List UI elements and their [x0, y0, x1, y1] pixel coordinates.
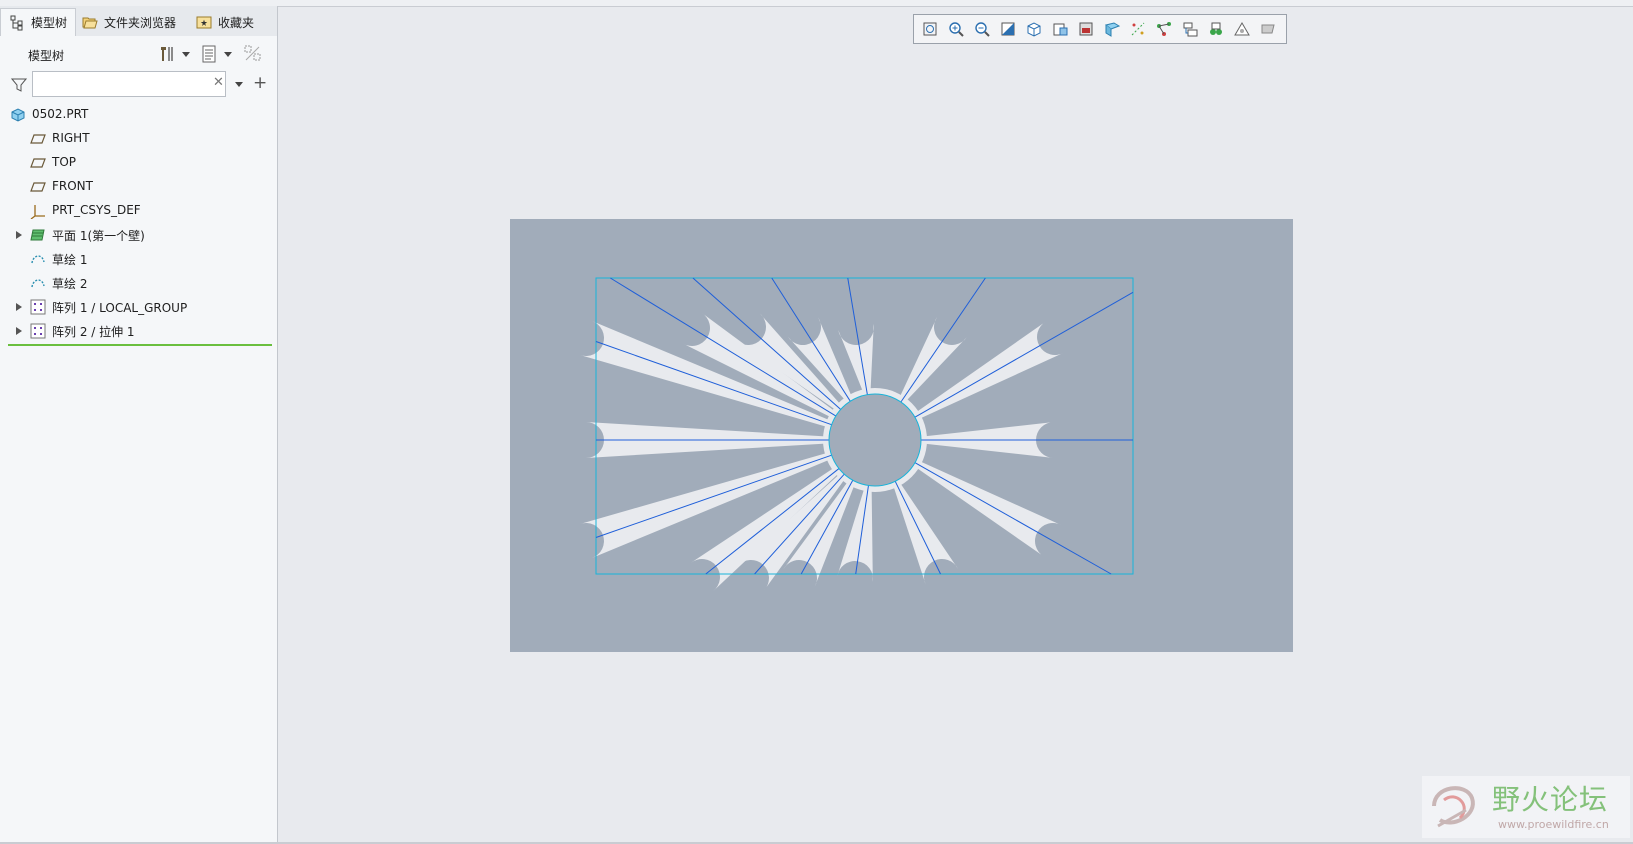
tree-filter-row: ✕ +: [0, 70, 277, 100]
settings-tools-icon[interactable]: [157, 44, 177, 64]
graphics-viewport[interactable]: [510, 219, 1293, 652]
datum-display-icon[interactable]: [1127, 18, 1149, 40]
tree-item-label: FRONT: [52, 179, 93, 193]
favorites-icon: [196, 14, 212, 30]
pattern-icon: [30, 299, 46, 315]
search-options-dropdown-icon[interactable]: [235, 82, 243, 87]
datum-plane-icon: [30, 155, 46, 171]
saved-orientations-icon[interactable]: [1049, 18, 1071, 40]
watermark-text: 野火论坛: [1492, 783, 1609, 816]
tree-item-label: TOP: [52, 155, 77, 169]
spin-center-icon[interactable]: [1179, 18, 1201, 40]
csys-icon: [30, 203, 46, 220]
tree-item-label: 平面 1(第一个壁): [52, 229, 145, 243]
perspective-icon[interactable]: [1101, 18, 1123, 40]
tree-item[interactable]: 0502.PRT: [0, 104, 277, 126]
tree-search-input[interactable]: [32, 71, 226, 97]
sketch-icon: [30, 275, 46, 291]
plane-display-icon[interactable]: [1257, 18, 1279, 40]
tree-item[interactable]: 草绘 2: [0, 272, 277, 294]
appearance-icon[interactable]: [1231, 18, 1253, 40]
zoom-out-icon[interactable]: [971, 18, 993, 40]
tree-item-label: 草绘 2: [52, 277, 88, 291]
tree-item-label: 阵列 2 / 拉伸 1: [52, 325, 135, 339]
watermark: 野火论坛 www.proewildfire.cn: [1422, 776, 1630, 838]
tree-item[interactable]: RIGHT: [0, 128, 277, 150]
tab-folder-browser[interactable]: 文件夹浏览器: [82, 8, 190, 36]
expand-arrow-icon[interactable]: [16, 303, 22, 311]
view-manager-icon[interactable]: [1075, 18, 1097, 40]
folder-browser-icon: [82, 14, 98, 30]
model-tree-title: 模型树: [28, 49, 65, 63]
tree-item-label: PRT_CSYS_DEF: [52, 203, 141, 217]
insert-here-line[interactable]: [8, 344, 272, 346]
sketch-icon: [30, 251, 46, 267]
model-tree-header: 模型树: [0, 40, 277, 68]
display-style-icon[interactable]: [1023, 18, 1045, 40]
navigator-tabs: 模型树 文件夹浏览器 收藏夹: [0, 6, 277, 36]
tab-folder-browser-label: 文件夹浏览器: [104, 15, 177, 30]
watermark-logo: [1432, 786, 1475, 828]
tree-item[interactable]: TOP: [0, 152, 277, 174]
sheetmetal-model: [580, 277, 1134, 592]
settings-dropdown-icon[interactable]: [182, 52, 190, 57]
expand-arrow-icon[interactable]: [16, 231, 22, 239]
pattern-icon: [30, 323, 46, 339]
tab-favorites[interactable]: 收藏夹: [196, 8, 268, 36]
navigator-panel: 模型树 文件夹浏览器 收藏夹 模型树 ✕ + 0502.PRT RIGHT TO…: [0, 6, 278, 842]
model-tree-icon: [9, 15, 25, 31]
filter-funnel-icon[interactable]: [10, 77, 28, 96]
tab-favorites-label: 收藏夹: [218, 15, 255, 30]
tree-item[interactable]: PRT_CSYS_DEF: [0, 200, 277, 222]
tree-item-label: 0502.PRT: [32, 107, 89, 121]
tree-filter-toggle-icon[interactable]: [243, 44, 263, 64]
part-icon: [10, 107, 26, 123]
watermark-url: www.proewildfire.cn: [1498, 818, 1609, 831]
tab-model-tree[interactable]: 模型树: [0, 8, 76, 36]
repaint-icon[interactable]: [997, 18, 1019, 40]
tab-model-tree-label: 模型树: [31, 16, 68, 30]
show-list-icon[interactable]: [199, 44, 219, 64]
refit-icon[interactable]: [919, 18, 941, 40]
tree-item[interactable]: 草绘 1: [0, 248, 277, 270]
tree-item[interactable]: 阵列 1 / LOCAL_GROUP: [0, 296, 277, 318]
sheetmetal-wall-icon: [30, 227, 46, 243]
section-icon[interactable]: [1205, 18, 1227, 40]
tree-item[interactable]: FRONT: [0, 176, 277, 198]
annotation-display-icon[interactable]: [1153, 18, 1175, 40]
expand-arrow-icon[interactable]: [16, 327, 22, 335]
view-toolbar: [913, 14, 1287, 44]
tree-item[interactable]: 阵列 2 / 拉伸 1: [0, 320, 277, 342]
show-dropdown-icon[interactable]: [224, 52, 232, 57]
zoom-in-icon[interactable]: [945, 18, 967, 40]
tree-item-label: 草绘 1: [52, 253, 88, 267]
add-filter-icon[interactable]: +: [253, 73, 267, 93]
tree-item[interactable]: 平面 1(第一个壁): [0, 224, 277, 246]
datum-plane-icon: [30, 179, 46, 195]
clear-search-icon[interactable]: ✕: [213, 75, 224, 90]
tree-item-label: RIGHT: [52, 131, 90, 145]
datum-plane-icon: [30, 131, 46, 147]
tree-item-label: 阵列 1 / LOCAL_GROUP: [52, 301, 188, 315]
